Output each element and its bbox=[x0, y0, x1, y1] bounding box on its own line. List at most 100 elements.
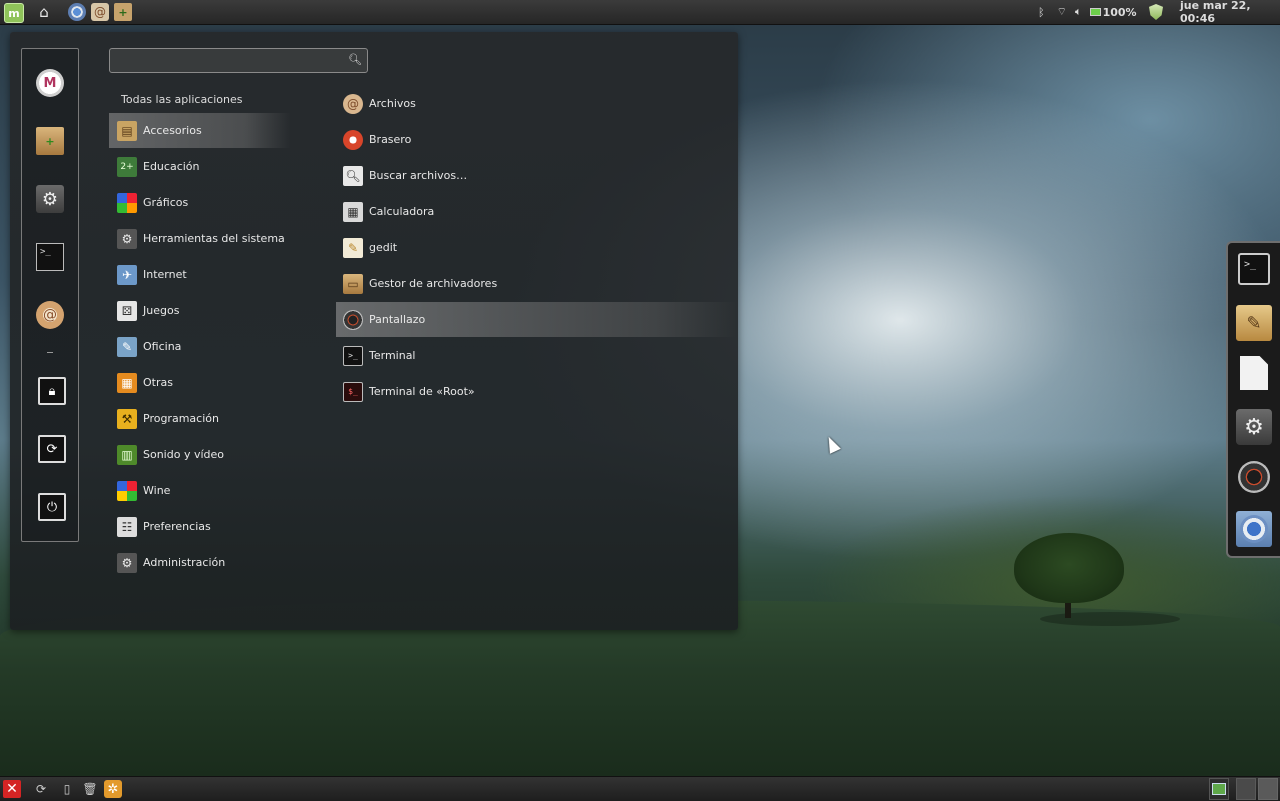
update-manager[interactable] bbox=[1149, 0, 1163, 24]
settings-gear-icon[interactable]: ⚙ bbox=[1236, 409, 1272, 445]
trash-icon[interactable]: 🗑︎ bbox=[81, 780, 99, 798]
category-herramientas-del-sistema[interactable]: ⚙ Herramientas del sistema bbox=[109, 221, 291, 256]
search-input[interactable] bbox=[116, 52, 340, 71]
archive-manager-icon: ▭ bbox=[343, 273, 363, 294]
bluetooth-icon[interactable]: ᛒ bbox=[1038, 6, 1045, 19]
workspace-2[interactable] bbox=[1236, 778, 1256, 800]
category-administracion[interactable]: ⚙ Administración bbox=[109, 545, 291, 580]
app-label: Archivos bbox=[369, 97, 416, 110]
category-sonido-y-video[interactable]: ▥ Sonido y vídeo bbox=[109, 437, 291, 472]
office-icon: ✎ bbox=[117, 336, 137, 357]
category-educacion[interactable]: 2+ Educación bbox=[109, 149, 291, 184]
category-label: Sonido y vídeo bbox=[143, 448, 225, 461]
app-terminal-root[interactable]: $_ Terminal de «Root» bbox=[336, 374, 736, 409]
app-label: Buscar archivos… bbox=[369, 169, 468, 182]
category-preferencias[interactable]: ☷ Preferencias bbox=[109, 509, 291, 544]
package-icon[interactable]: + bbox=[36, 127, 64, 155]
category-label: Programación bbox=[143, 412, 219, 425]
terminal-icon[interactable]: >_ bbox=[1238, 253, 1270, 285]
sound-video-icon: ▥ bbox=[117, 444, 137, 465]
category-internet[interactable]: ✈ Internet bbox=[109, 257, 291, 292]
graphics-icon bbox=[117, 192, 137, 213]
app-brasero[interactable]: Brasero bbox=[336, 122, 736, 157]
files-icon: @ bbox=[343, 93, 363, 114]
internet-icon: ✈ bbox=[117, 264, 137, 285]
category-wine[interactable]: Wine bbox=[109, 473, 291, 508]
lock-icon[interactable]: 🔒︎ bbox=[38, 377, 66, 405]
clipboard-icon[interactable]: ▯ bbox=[58, 780, 76, 798]
text-editor-icon[interactable]: ✎ bbox=[1236, 305, 1272, 341]
category-accesorios[interactable]: ▤ Accesorios bbox=[109, 113, 291, 148]
programming-icon: ⚒ bbox=[117, 408, 137, 429]
refresh-icon[interactable]: ⟳ bbox=[32, 780, 50, 798]
category-label: Educación bbox=[143, 160, 200, 173]
mint-menu-icon[interactable]: m bbox=[4, 3, 24, 23]
battery-percent: 100% bbox=[1102, 5, 1137, 19]
system-tray: ᛒ ⌔ 🔈︎ 100% bbox=[1038, 0, 1137, 24]
category-graficos[interactable]: Gráficos bbox=[109, 185, 291, 220]
settings-gear-icon[interactable]: ⚙ bbox=[36, 185, 64, 213]
logout-icon[interactable]: ⟳ bbox=[38, 435, 66, 463]
category-label: Internet bbox=[143, 268, 187, 281]
home-icon[interactable]: ⌂ bbox=[35, 3, 53, 21]
category-label: Juegos bbox=[143, 304, 180, 317]
all-applications-header[interactable]: Todas las aplicaciones bbox=[121, 93, 242, 106]
app-label: Gestor de archivadores bbox=[369, 277, 498, 290]
category-juegos[interactable]: ⚄ Juegos bbox=[109, 293, 291, 328]
bottom-panel: ✕ ⟳ ▯ 🗑︎ ✲ bbox=[0, 776, 1280, 801]
terminal-icon[interactable]: >_ bbox=[36, 243, 64, 271]
clock-applet[interactable]: jue mar 22, 00:46 bbox=[1180, 0, 1280, 25]
app-label: Brasero bbox=[369, 133, 412, 146]
preferences-icon: ☷ bbox=[117, 516, 137, 537]
app-archivos[interactable]: @ Archivos bbox=[336, 86, 736, 121]
update-shield-icon bbox=[1149, 4, 1163, 20]
app-buscar-archivos[interactable]: 🔍︎ Buscar archivos… bbox=[336, 158, 736, 193]
app-pantallazo[interactable]: Pantallazo bbox=[336, 302, 736, 337]
search-files-icon: 🔍︎ bbox=[343, 165, 363, 186]
app-terminal[interactable]: >_ Terminal bbox=[336, 338, 736, 373]
chromium-icon[interactable] bbox=[68, 3, 86, 21]
app-label: Pantallazo bbox=[369, 313, 426, 326]
camera-icon[interactable] bbox=[1238, 461, 1270, 493]
category-label: Preferencias bbox=[143, 520, 211, 533]
category-otras[interactable]: ▦ Otras bbox=[109, 365, 291, 400]
screenshot-icon bbox=[343, 309, 363, 330]
wallpaper-tree bbox=[1014, 533, 1124, 603]
chromium-icon[interactable] bbox=[1236, 511, 1272, 547]
close-window-icon[interactable]: ✕ bbox=[3, 780, 21, 798]
workspace-3[interactable] bbox=[1258, 778, 1278, 800]
package-installer-icon[interactable]: + bbox=[114, 3, 132, 21]
workspace-1[interactable] bbox=[1209, 778, 1229, 800]
search-icon[interactable]: 🔍︎ bbox=[348, 53, 362, 66]
nautilus-icon[interactable]: @ bbox=[91, 3, 109, 21]
app-gedit[interactable]: ✎ gedit bbox=[336, 230, 736, 265]
app-label: Calculadora bbox=[369, 205, 435, 218]
accessories-icon: ▤ bbox=[117, 120, 137, 141]
chromium-logo bbox=[1240, 515, 1268, 543]
search-box[interactable]: 🔍︎ bbox=[109, 48, 368, 73]
settings-icon[interactable]: ✲ bbox=[104, 780, 122, 798]
app-gestor-de-archivadores[interactable]: ▭ Gestor de archivadores bbox=[336, 266, 736, 301]
power-icon[interactable]: ⏻ bbox=[38, 493, 66, 521]
category-programacion[interactable]: ⚒ Programación bbox=[109, 401, 291, 436]
clock: jue mar 22, 00:46 bbox=[1180, 0, 1251, 25]
wine-icon bbox=[117, 480, 137, 501]
battery-icon bbox=[1089, 8, 1101, 16]
right-dock: >_ ✎ ⚙ bbox=[1226, 241, 1280, 558]
wifi-icon[interactable]: ⌔ bbox=[1057, 5, 1067, 19]
mint-install-icon[interactable]: M bbox=[36, 69, 64, 97]
category-label: Wine bbox=[143, 484, 171, 497]
app-calculadora[interactable]: ▦ Calculadora bbox=[336, 194, 736, 229]
volume-icon[interactable]: 🔈︎ bbox=[1075, 5, 1082, 19]
blank-document-icon[interactable] bbox=[1240, 356, 1268, 390]
top-panel: m ⌂ @ + ᛒ ⌔ 🔈︎ 100% jue mar 22, 00:46 bbox=[0, 0, 1280, 25]
calculator-icon: ▦ bbox=[343, 201, 363, 222]
administration-icon: ⚙ bbox=[117, 552, 137, 573]
category-label: Otras bbox=[143, 376, 173, 389]
battery-indicator[interactable]: 100% bbox=[1089, 5, 1137, 19]
other-icon: ▦ bbox=[117, 372, 137, 393]
category-label: Herramientas del sistema bbox=[143, 232, 285, 245]
category-oficina[interactable]: ✎ Oficina bbox=[109, 329, 291, 364]
files-shell-icon[interactable]: @ bbox=[36, 301, 64, 329]
app-label: Terminal de «Root» bbox=[369, 385, 475, 398]
